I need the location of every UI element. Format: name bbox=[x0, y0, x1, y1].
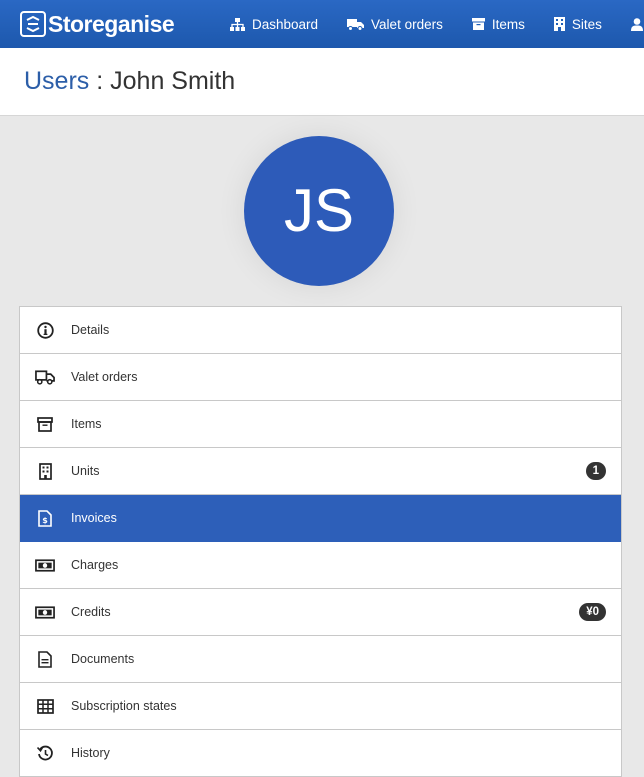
menu-item-label: Invoices bbox=[71, 511, 117, 525]
menu-item-label: Details bbox=[71, 323, 110, 337]
menu-item-valet-orders[interactable]: Valet orders bbox=[20, 354, 621, 401]
menu-item-units[interactable]: Units 1 bbox=[20, 448, 621, 495]
nav-valet-orders[interactable]: Valet orders bbox=[347, 17, 443, 32]
nav-sites[interactable]: Sites bbox=[553, 16, 602, 32]
user-icon bbox=[630, 17, 643, 31]
money-bill-icon bbox=[35, 555, 55, 575]
menu-item-label: Valet orders bbox=[71, 370, 138, 384]
truck-icon bbox=[35, 367, 55, 387]
menu-item-label: Charges bbox=[71, 558, 119, 572]
archive-icon bbox=[35, 414, 55, 434]
menu-item-history[interactable]: History bbox=[20, 730, 621, 777]
storeganise-logo-icon bbox=[20, 11, 46, 37]
avatar: JS bbox=[244, 136, 394, 286]
breadcrumb-separator: : bbox=[89, 67, 111, 95]
nav-dashboard[interactable]: Dashboard bbox=[230, 17, 318, 32]
nav-items[interactable]: Items bbox=[471, 16, 525, 32]
building-icon bbox=[35, 461, 55, 481]
nav-dashboard-label: Dashboard bbox=[252, 16, 319, 32]
top-navbar: Storeganise Dashboard Valet orders Items… bbox=[0, 0, 644, 48]
truck-icon bbox=[347, 18, 365, 31]
menu-item-invoices[interactable]: $ Invoices bbox=[20, 495, 621, 542]
menu-item-details[interactable]: Details bbox=[20, 307, 621, 354]
money-bill-icon bbox=[35, 602, 55, 622]
menu-item-label: Subscription states bbox=[71, 699, 177, 713]
brand-logo[interactable]: Storeganise bbox=[20, 9, 175, 39]
menu-item-items[interactable]: Items bbox=[20, 401, 621, 448]
menu-item-label: Items bbox=[71, 417, 102, 431]
nav-valet-orders-label: Valet orders bbox=[371, 16, 443, 32]
page-title: Users : John Smith bbox=[24, 67, 235, 96]
menu-item-documents[interactable]: Documents bbox=[20, 636, 621, 683]
archive-icon bbox=[471, 18, 485, 30]
nav-items-label: Items bbox=[491, 16, 525, 32]
user-section-menu: Details Valet orders Items Units 1 $ Inv… bbox=[19, 306, 622, 777]
svg-text:$: $ bbox=[42, 516, 48, 525]
credits-balance-badge: ¥0 bbox=[579, 603, 606, 621]
brand-name: Storeganise bbox=[48, 10, 175, 37]
menu-item-charges[interactable]: Charges bbox=[20, 542, 621, 589]
units-count-badge: 1 bbox=[585, 462, 606, 480]
menu-item-subscription-states[interactable]: Subscription states bbox=[20, 683, 621, 730]
breadcrumb-users[interactable]: Users bbox=[24, 67, 89, 95]
document-icon bbox=[35, 649, 55, 669]
page-header: Users : John Smith bbox=[0, 48, 644, 116]
menu-item-label: Units bbox=[71, 464, 100, 478]
menu-item-credits[interactable]: Credits ¥0 bbox=[20, 589, 621, 636]
nav-sites-label: Sites bbox=[571, 16, 602, 32]
history-icon bbox=[35, 743, 55, 763]
invoice-icon: $ bbox=[35, 508, 55, 528]
main-nav: Dashboard Valet orders Items Sites bbox=[230, 0, 644, 48]
table-icon bbox=[35, 696, 55, 716]
user-name: John Smith bbox=[110, 67, 236, 95]
menu-item-label: Documents bbox=[71, 652, 135, 666]
nav-user[interactable]: Us bbox=[630, 17, 644, 32]
building-icon bbox=[553, 17, 565, 31]
menu-item-label: History bbox=[71, 746, 110, 760]
info-circle-icon bbox=[35, 320, 55, 340]
sitemap-icon bbox=[230, 17, 245, 31]
menu-item-label: Credits bbox=[71, 605, 111, 619]
